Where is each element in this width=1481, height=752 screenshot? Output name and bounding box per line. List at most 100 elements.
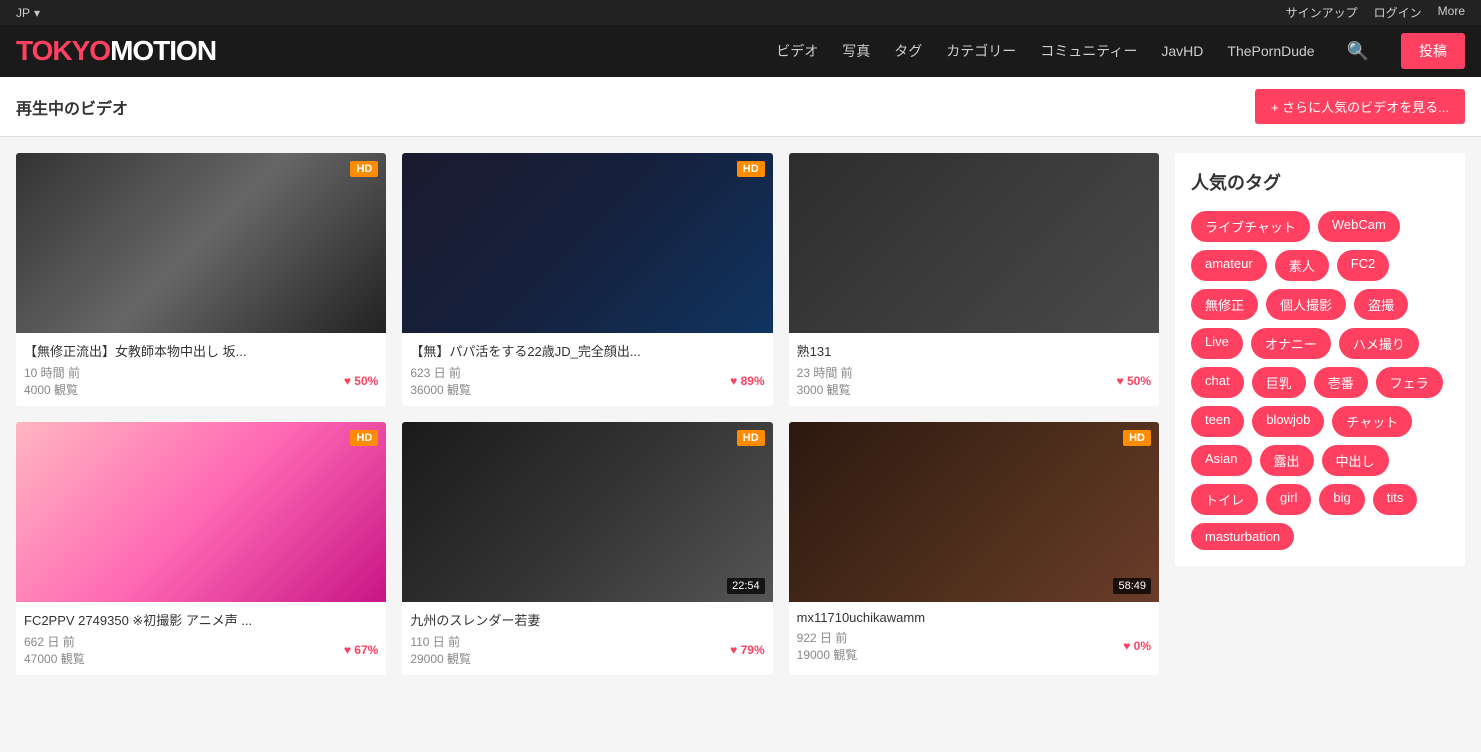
nav-javhd[interactable]: JavHD <box>1161 43 1203 59</box>
video-rating: ♥ 67% <box>344 643 378 657</box>
video-time: 922 日 前 <box>797 629 858 646</box>
nav-community[interactable]: コミュニティー <box>1040 41 1137 61</box>
nav-video[interactable]: ビデオ <box>776 41 818 61</box>
tag-pill[interactable]: WebCam <box>1318 211 1400 242</box>
video-info: 熟131 23 時間 前3000 観覧 ♥ 50% <box>789 333 1159 406</box>
tag-pill[interactable]: 素人 <box>1275 250 1329 281</box>
video-thumbnail: HD <box>16 422 386 602</box>
video-views: 47000 観覧 <box>24 650 85 667</box>
video-card[interactable]: HD58:49mx11710uchikawamm922 日 前19000 観覧♥… <box>789 422 1159 675</box>
video-card[interactable]: HD 【無】パパ活をする22歳JD_完全顔出... 623 日 前36000 観覧 ♥… <box>402 153 772 406</box>
tag-pill[interactable]: FC2 <box>1337 250 1390 281</box>
video-card[interactable]: 熟131 23 時間 前3000 観覧 ♥ 50% <box>789 153 1159 406</box>
video-info: mx11710uchikawamm922 日 前19000 観覧♥ 0% <box>789 602 1159 671</box>
hd-badge: HD <box>737 430 765 446</box>
header: TOKYOMOTION ビデオ 写真 タグ カテゴリー コミュニティー JavH… <box>0 25 1481 77</box>
more-link[interactable]: More <box>1438 4 1465 21</box>
logo[interactable]: TOKYOMOTION <box>16 35 216 67</box>
video-thumbnail: HD 58:49 <box>789 422 1159 602</box>
nav-categories[interactable]: カテゴリー <box>946 41 1016 61</box>
video-views: 36000 観覧 <box>410 381 471 398</box>
nav-tags[interactable]: タグ <box>894 41 922 61</box>
video-views: 29000 観覧 <box>410 650 471 667</box>
video-title: 【無修正流出】女教師本物中出し 坂... <box>24 341 378 360</box>
video-title: 【無】パパ活をする22歳JD_完全顔出... <box>410 341 764 360</box>
tag-pill[interactable]: Asian <box>1191 445 1252 476</box>
video-card[interactable]: HD22:54九州のスレンダー若妻110 日 前29000 観覧♥ 79% <box>402 422 772 675</box>
heart-icon: ♥ <box>344 374 351 388</box>
tag-pill[interactable]: teen <box>1191 406 1244 437</box>
heart-icon: ♥ <box>1123 639 1130 653</box>
video-rating: ♥ 89% <box>730 374 764 388</box>
lang-label[interactable]: JP <box>16 6 30 20</box>
topbar-right: サインアップ ログイン More <box>1286 4 1465 21</box>
video-title: 九州のスレンダー若妻 <box>410 610 764 629</box>
video-time-views: 23 時間 前3000 観覧 <box>797 364 853 398</box>
tag-pill[interactable]: 中出し <box>1322 445 1389 476</box>
more-videos-button[interactable]: + さらに人気のビデオを見る... <box>1255 89 1465 124</box>
tag-pill[interactable]: blowjob <box>1252 406 1324 437</box>
video-time-views: 662 日 前47000 観覧 <box>24 633 85 667</box>
hd-badge: HD <box>737 161 765 177</box>
nav-photo[interactable]: 写真 <box>842 41 870 61</box>
tag-pill[interactable]: tits <box>1373 484 1418 515</box>
video-views: 4000 観覧 <box>24 381 80 398</box>
tag-pill[interactable]: フェラ <box>1376 367 1443 398</box>
video-info: FC2PPV 2749350 ※初撮影 アニメ声 ... 662 日 前47000… <box>16 602 386 675</box>
video-title: 熟131 <box>797 341 1151 360</box>
video-thumbnail: HD 22:54 <box>402 422 772 602</box>
hd-badge: HD <box>350 430 378 446</box>
heart-icon: ♥ <box>730 374 737 388</box>
video-card[interactable]: HD FC2PPV 2749350 ※初撮影 アニメ声 ... 662 日 前470… <box>16 422 386 675</box>
tag-pill[interactable]: 盗撮 <box>1354 289 1408 320</box>
lang-dropdown-icon[interactable]: ▾ <box>34 6 40 20</box>
tag-pill[interactable]: girl <box>1266 484 1311 515</box>
post-button[interactable]: 投稿 <box>1401 33 1465 69</box>
nav-porndude[interactable]: ThePornDude <box>1227 43 1314 59</box>
tag-pill[interactable]: masturbation <box>1191 523 1294 550</box>
video-rating: ♥ 50% <box>1117 374 1151 388</box>
duration-badge: 22:54 <box>727 578 765 594</box>
video-title: FC2PPV 2749350 ※初撮影 アニメ声 ... <box>24 610 378 629</box>
tag-pill[interactable]: 露出 <box>1260 445 1314 476</box>
tag-pill[interactable]: 個人撮影 <box>1266 289 1346 320</box>
video-time: 623 日 前 <box>410 364 471 381</box>
tag-pill[interactable]: チャット <box>1332 406 1412 437</box>
search-button[interactable]: 🔍 <box>1339 37 1377 66</box>
main-content: HD 【無修正流出】女教師本物中出し 坂... 10 時間 前4000 観覧 ♥ 50… <box>0 137 1481 691</box>
tag-pill[interactable]: Live <box>1191 328 1243 359</box>
tag-pill[interactable]: ライブチャット <box>1191 211 1310 242</box>
video-time-views: 623 日 前36000 観覧 <box>410 364 471 398</box>
login-link[interactable]: ログイン <box>1374 4 1422 21</box>
heart-icon: ♥ <box>1117 374 1124 388</box>
tag-pill[interactable]: 巨乳 <box>1252 367 1306 398</box>
signup-link[interactable]: サインアップ <box>1286 4 1358 21</box>
video-time: 10 時間 前 <box>24 364 80 381</box>
heart-icon: ♥ <box>730 643 737 657</box>
topbar-left: JP ▾ <box>16 6 40 20</box>
video-meta: 623 日 前36000 観覧 ♥ 89% <box>410 364 764 398</box>
video-thumbnail: HD <box>16 153 386 333</box>
main-nav: ビデオ 写真 タグ カテゴリー コミュニティー JavHD ThePornDud… <box>776 33 1465 69</box>
tag-pill[interactable]: 壱番 <box>1314 367 1368 398</box>
logo-motion: MOTION <box>110 35 216 66</box>
video-grid: HD 【無修正流出】女教師本物中出し 坂... 10 時間 前4000 観覧 ♥ 50… <box>16 153 1159 675</box>
tags-title: 人気のタグ <box>1191 169 1449 195</box>
tag-pill[interactable]: chat <box>1191 367 1244 398</box>
tag-pill[interactable]: オナニー <box>1251 328 1331 359</box>
duration-badge: 58:49 <box>1113 578 1151 594</box>
tag-pill[interactable]: big <box>1319 484 1364 515</box>
tag-pill[interactable]: トイレ <box>1191 484 1258 515</box>
logo-tokyo: TOKY <box>16 35 89 66</box>
video-card[interactable]: HD【無修正流出】女教師本物中出し 坂...10 時間 前4000 観覧♥ 50… <box>16 153 386 406</box>
video-meta: 922 日 前19000 観覧♥ 0% <box>797 629 1151 663</box>
tag-pill[interactable]: 無修正 <box>1191 289 1258 320</box>
tag-pill[interactable]: ハメ撮り <box>1339 328 1419 359</box>
video-time-views: 110 日 前29000 観覧 <box>410 633 471 667</box>
video-time: 110 日 前 <box>410 633 471 650</box>
video-time-views: 922 日 前19000 観覧 <box>797 629 858 663</box>
hd-badge: HD <box>1123 430 1151 446</box>
video-meta: 110 日 前29000 観覧♥ 79% <box>410 633 764 667</box>
tag-pill[interactable]: amateur <box>1191 250 1267 281</box>
video-meta: 10 時間 前4000 観覧♥ 50% <box>24 364 378 398</box>
